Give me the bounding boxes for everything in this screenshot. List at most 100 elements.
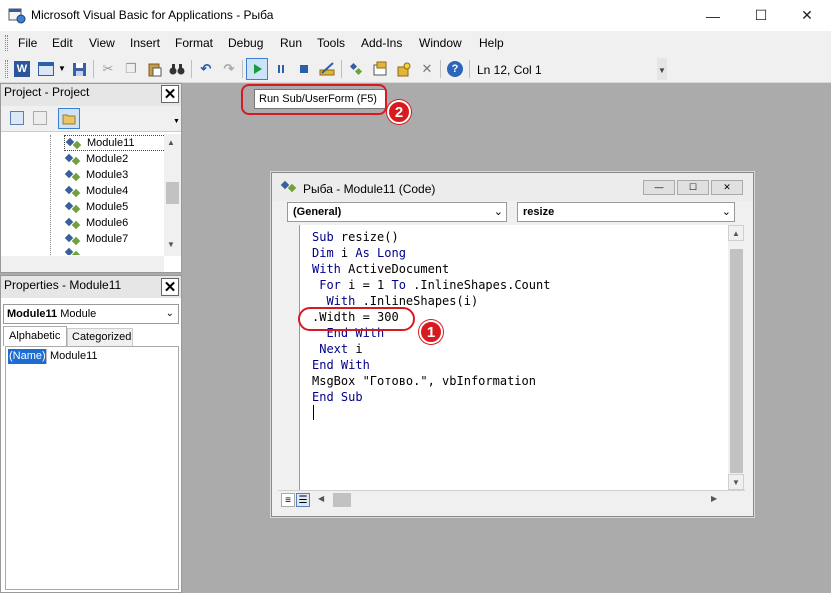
help-button[interactable]: ? — [444, 58, 466, 80]
copy-icon: ❐ — [125, 61, 137, 76]
code-line: Next i — [312, 341, 362, 357]
binoculars-icon — [169, 64, 185, 75]
toolbox-button[interactable]: ✕ — [416, 58, 438, 80]
project-panel-close-button[interactable]: ✕ — [161, 85, 179, 103]
tree-item-module[interactable]: Module11 — [64, 135, 164, 151]
break-button[interactable] — [270, 58, 292, 80]
code-text: ActiveDocument — [340, 262, 450, 276]
menu-edit[interactable]: Edit — [52, 36, 73, 50]
properties-icon — [373, 61, 387, 76]
code-line: MsgBox "Готово.", vbInformation — [312, 373, 536, 389]
view-object-button[interactable] — [33, 111, 47, 125]
code-vscrollbar[interactable]: ▲ ▼ — [728, 225, 745, 490]
maximize-icon: ☐ — [688, 182, 698, 192]
undo-button[interactable]: ↶ — [195, 58, 217, 80]
tree-item-label: Module5 — [86, 201, 129, 213]
tree-item-module[interactable]: Module6 — [64, 215, 164, 231]
object-type: Module — [60, 308, 97, 320]
project-tree-hscrollbar[interactable] — [1, 256, 164, 272]
property-name[interactable]: (Name) — [8, 349, 46, 364]
panel-toolbar-more-icon[interactable]: ▼ — [173, 118, 180, 125]
scroll-down-icon[interactable]: ▼ — [167, 240, 175, 249]
chevron-down-icon: ⌄ — [165, 308, 174, 319]
module-icon — [64, 201, 82, 213]
menu-file[interactable]: File — [18, 36, 37, 50]
property-value[interactable]: Module11 — [49, 349, 99, 363]
view-code-button[interactable] — [10, 111, 24, 125]
insert-userform-button[interactable] — [35, 58, 57, 80]
redo-button[interactable]: ↷ — [218, 58, 240, 80]
procedure-view-button[interactable]: ≡ — [281, 493, 295, 507]
menu-tools[interactable]: Tools — [317, 36, 345, 50]
view-word-button[interactable]: W — [11, 58, 33, 80]
scroll-left-icon[interactable]: ◀ — [318, 494, 324, 503]
code-window-titlebar: Рыба - Module11 (Code) — ☐ ✕ — [272, 173, 753, 201]
menu-bar: File Edit View Insert Format Debug Run T… — [0, 31, 831, 55]
word-icon: W — [14, 61, 30, 77]
find-button[interactable] — [166, 58, 188, 80]
scroll-thumb[interactable] — [166, 182, 179, 204]
object-dropdown[interactable]: (General) ⌄ — [287, 202, 507, 222]
minimize-button[interactable]: — — [690, 0, 736, 31]
tab-alphabetic[interactable]: Alphabetic — [3, 326, 67, 346]
tab-categorized[interactable]: Categorized — [67, 328, 133, 346]
toolbar-separator — [242, 60, 243, 78]
hscroll-thumb[interactable] — [333, 493, 351, 507]
object-browser-button[interactable] — [393, 58, 415, 80]
tree-item-module[interactable]: Module7 — [64, 231, 164, 247]
cut-button[interactable]: ✂ — [97, 58, 119, 80]
code-maximize-button[interactable]: ☐ — [677, 180, 709, 195]
annotation-badge-2: 2 — [387, 100, 411, 124]
scroll-right-icon[interactable]: ▶ — [711, 494, 717, 503]
close-button[interactable]: ✕ — [784, 0, 830, 31]
full-module-view-button[interactable]: ☰ — [296, 493, 310, 507]
toolbar-separator — [93, 60, 94, 78]
code-line: Dim i As Long — [312, 245, 406, 261]
code-close-button[interactable]: ✕ — [711, 180, 743, 195]
design-mode-button[interactable] — [316, 58, 338, 80]
minimize-icon: — — [654, 182, 664, 192]
menu-debug[interactable]: Debug — [228, 36, 263, 50]
tree-item-module[interactable]: Module4 — [64, 183, 164, 199]
tree-item-module[interactable]: Module5 — [64, 199, 164, 215]
project-tree-scrollbar[interactable]: ▲ ▼ — [164, 134, 181, 256]
properties-panel-close-button[interactable]: ✕ — [161, 278, 179, 296]
code-minimize-button[interactable]: — — [643, 180, 675, 195]
scroll-down-icon[interactable]: ▼ — [728, 474, 744, 490]
reset-button[interactable] — [293, 58, 315, 80]
code-keyword: As Long — [355, 246, 406, 260]
menu-format[interactable]: Format — [175, 36, 213, 50]
menu-view[interactable]: View — [89, 36, 115, 50]
save-button[interactable] — [68, 58, 90, 80]
insert-dropdown-arrow-icon[interactable]: ▼ — [58, 64, 66, 73]
maximize-button[interactable]: ☐ — [738, 0, 784, 31]
menu-add-ins[interactable]: Add-Ins — [361, 36, 402, 50]
toolbar-grip — [5, 60, 8, 78]
menu-insert[interactable]: Insert — [130, 36, 160, 50]
object-selector[interactable]: Module11 Module ⌄ — [3, 304, 179, 324]
scroll-up-icon[interactable]: ▲ — [728, 225, 744, 241]
project-explorer-panel: Project - Project ✕ ▼ Module11 Module2 M… — [0, 83, 182, 273]
properties-window-button[interactable] — [369, 58, 391, 80]
tree-item-module[interactable]: Module2 — [64, 151, 164, 167]
paste-button[interactable] — [143, 58, 165, 80]
toolbar-separator — [341, 60, 342, 78]
scroll-thumb[interactable] — [730, 249, 743, 473]
toolbar-separator — [469, 60, 470, 78]
run-sub-button[interactable] — [246, 58, 268, 80]
scroll-up-icon[interactable]: ▲ — [167, 138, 175, 147]
code-line: End With — [312, 357, 370, 373]
menu-window[interactable]: Window — [419, 36, 462, 50]
menu-help[interactable]: Help — [479, 36, 504, 50]
redo-icon: ↷ — [223, 61, 235, 76]
project-explorer-button[interactable] — [345, 58, 367, 80]
copy-button[interactable]: ❐ — [120, 58, 142, 80]
procedure-dropdown[interactable]: resize ⌄ — [517, 202, 735, 222]
toolbar-options-icon[interactable]: ▼ — [657, 58, 667, 80]
folder-icon — [62, 114, 76, 124]
tree-item-module[interactable]: Module3 — [64, 167, 164, 183]
tree-item-label: Module3 — [86, 169, 129, 181]
toggle-folders-button[interactable] — [58, 108, 80, 129]
menu-run[interactable]: Run — [280, 36, 302, 50]
